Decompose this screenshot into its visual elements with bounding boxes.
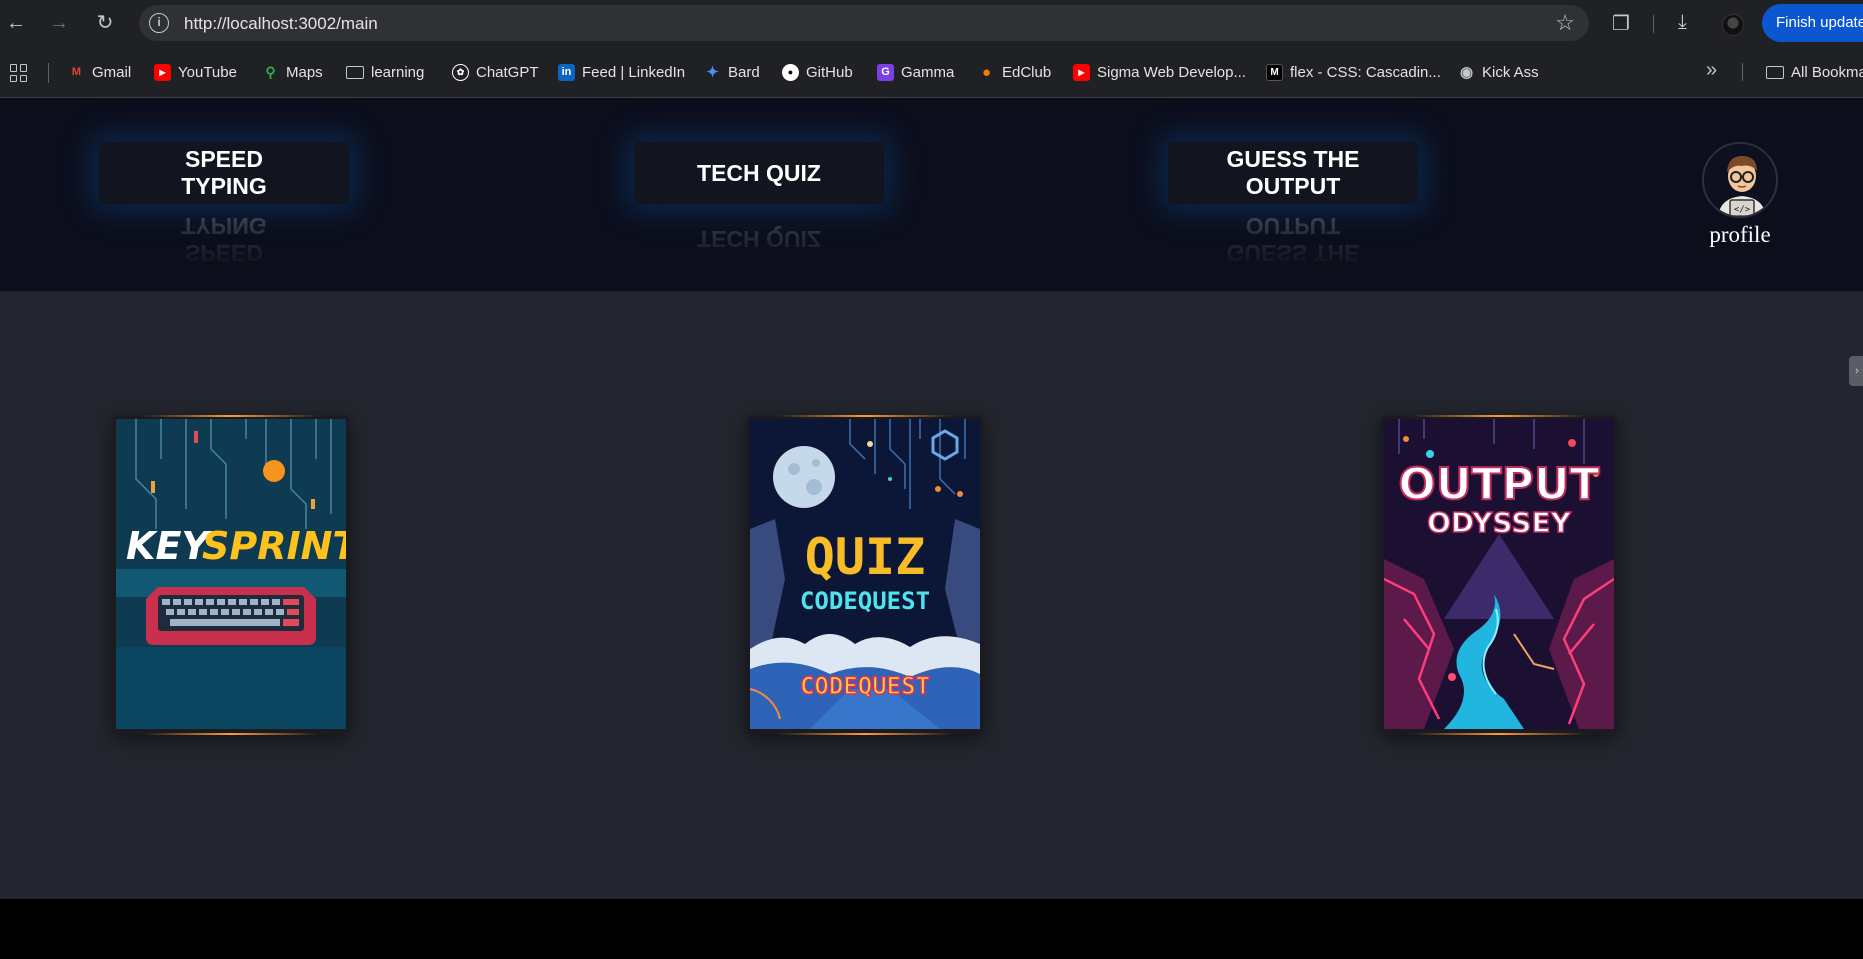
bookmark-chatgpt[interactable]: ✿ ChatGPT xyxy=(452,61,539,83)
bookmark-maps[interactable]: ⚲ Maps xyxy=(262,61,323,83)
quiz-subtitle: CODEQUEST xyxy=(800,587,930,615)
folder-icon xyxy=(346,65,364,79)
browser-toolbar: ← → ↻ i http://localhost:3002/main ☆ ❐ ⤓… xyxy=(0,0,1863,46)
key-sprint-title-key: KEY xyxy=(126,524,212,568)
game-card-quiz-codequest[interactable]: QUIZ CODEQUEST CODEQUEST xyxy=(747,415,983,735)
folder-icon xyxy=(1766,65,1784,79)
youtube-icon: ▶ xyxy=(154,63,171,81)
quiz-codequest-poster[interactable]: QUIZ CODEQUEST CODEQUEST xyxy=(750,419,980,729)
nav-guess-output-label[interactable]: GUESS THE OUTPUT xyxy=(1168,142,1418,204)
app-page: SPEED TYPING SPEED TYPING TECH QUIZ TECH… xyxy=(0,98,1863,899)
github-icon: ● xyxy=(782,63,799,81)
bookmark-label: Sigma Web Develop... xyxy=(1097,63,1246,81)
download-icon[interactable]: ⤓ xyxy=(1678,11,1687,34)
bookmark-label: Gamma xyxy=(901,63,955,81)
game-card-output-odyssey[interactable]: OUTPUT ODYSSEY xyxy=(1381,415,1617,735)
gamma-icon: G xyxy=(877,63,894,81)
mdn-icon: M xyxy=(1266,63,1283,81)
bookmark-sigma[interactable]: ▶ Sigma Web Develop... xyxy=(1073,61,1246,83)
linkedin-icon: in xyxy=(558,63,575,81)
bookmark-youtube[interactable]: ▶ YouTube xyxy=(154,61,237,83)
bookmark-label: Kick Ass xyxy=(1482,63,1539,81)
bottom-black-strip xyxy=(0,899,1863,959)
bookmark-gamma[interactable]: G Gamma xyxy=(877,61,954,83)
bookmark-label: YouTube xyxy=(178,63,237,81)
globe-icon: ◉ xyxy=(1459,64,1474,81)
back-icon[interactable]: ← xyxy=(3,10,29,36)
odyssey-subtitle: ODYSSEY xyxy=(1427,506,1571,539)
bookmark-label: Bard xyxy=(728,63,760,81)
nav-reflection: GUESS THE OUTPUT xyxy=(1226,213,1360,266)
reload-icon[interactable]: ↻ xyxy=(92,10,118,36)
bookmarks-bar: M Gmail ▶ YouTube ⚲ Maps learning ✿ Chat… xyxy=(0,46,1863,98)
svg-text:</>: </> xyxy=(1734,205,1751,215)
bookmark-edclub[interactable]: ● EdClub xyxy=(978,61,1051,83)
bookmark-label: EdClub xyxy=(1002,63,1052,81)
quiz-footer: CODEQUEST xyxy=(800,672,930,700)
bard-icon: ✦ xyxy=(706,64,719,81)
profile-label[interactable]: profile xyxy=(1700,222,1780,248)
bookmark-label: Maps xyxy=(286,63,323,81)
bookmarks-divider xyxy=(1742,63,1743,81)
address-bar[interactable]: i http://localhost:3002/main ☆ xyxy=(139,5,1589,41)
bookmark-star-icon[interactable]: ☆ xyxy=(1555,10,1575,36)
bookmark-label: Gmail xyxy=(92,63,132,81)
youtube-icon: ▶ xyxy=(1073,63,1090,81)
bookmark-mdn-flex[interactable]: M flex - CSS: Cascadin... xyxy=(1266,61,1441,83)
app-header: SPEED TYPING SPEED TYPING TECH QUIZ TECH… xyxy=(0,98,1863,292)
chatgpt-icon: ✿ xyxy=(452,63,469,81)
more-bookmarks-icon[interactable]: » xyxy=(1706,59,1717,82)
bookmark-label: learning xyxy=(371,63,425,81)
gmail-icon: M xyxy=(71,66,82,78)
nav-tech-quiz-label[interactable]: TECH QUIZ xyxy=(634,142,884,204)
bookmark-learning[interactable]: learning xyxy=(346,61,424,83)
finish-update-button[interactable]: Finish update xyxy=(1762,4,1863,42)
edclub-icon: ● xyxy=(981,63,992,81)
profile-avatar[interactable]: </> xyxy=(1702,142,1778,218)
forward-icon[interactable]: → xyxy=(46,10,72,36)
url-text[interactable]: http://localhost:3002/main xyxy=(184,14,378,34)
bookmark-kick-ass[interactable]: ◉ Kick Ass xyxy=(1458,61,1539,83)
bookmark-label: All Bookmarks xyxy=(1791,63,1863,81)
bookmark-label: Feed | LinkedIn xyxy=(582,63,686,81)
quiz-title: QUIZ xyxy=(805,528,925,586)
apps-grid-icon[interactable] xyxy=(10,64,28,82)
bookmark-label: ChatGPT xyxy=(476,63,539,81)
toolbar-divider xyxy=(1653,15,1654,33)
side-panel-toggle[interactable]: › xyxy=(1849,356,1863,386)
extensions-icon[interactable]: ❐ xyxy=(1612,11,1630,36)
nav-reflection: SPEED TYPING xyxy=(181,213,267,266)
browser-profile-avatar[interactable] xyxy=(1722,14,1744,36)
key-sprint-title-sprint: SPRINT xyxy=(202,524,346,568)
output-odyssey-poster[interactable]: OUTPUT ODYSSEY xyxy=(1384,419,1614,729)
bookmark-label: flex - CSS: Cascadin... xyxy=(1290,63,1441,81)
site-info-icon[interactable]: i xyxy=(149,13,169,33)
bookmarks-divider xyxy=(48,63,49,83)
nav-speed-typing[interactable]: SPEED TYPING SPEED TYPING xyxy=(99,142,349,270)
all-bookmarks-folder[interactable]: All Bookmarks xyxy=(1766,61,1863,83)
bookmark-linkedin[interactable]: in Feed | LinkedIn xyxy=(558,61,685,83)
game-card-key-sprint[interactable]: KEY SPRINT xyxy=(113,415,349,735)
bookmark-bard[interactable]: ✦ Bard xyxy=(704,61,760,83)
nav-reflection: TECH QUIZ xyxy=(697,226,821,253)
nav-speed-typing-label[interactable]: SPEED TYPING xyxy=(99,142,349,204)
bookmark-gmail[interactable]: M Gmail xyxy=(68,61,131,83)
nav-guess-output[interactable]: GUESS THE OUTPUT GUESS THE OUTPUT xyxy=(1168,142,1418,270)
bookmark-github[interactable]: ● GitHub xyxy=(782,61,853,83)
profile-link[interactable]: </> profile xyxy=(1700,142,1780,248)
maps-icon: ⚲ xyxy=(265,63,276,80)
output-title: OUTPUT xyxy=(1398,459,1599,510)
key-sprint-poster[interactable]: KEY SPRINT xyxy=(116,419,346,729)
nav-tech-quiz[interactable]: TECH QUIZ TECH QUIZ xyxy=(634,142,884,270)
bookmark-label: GitHub xyxy=(806,63,853,81)
